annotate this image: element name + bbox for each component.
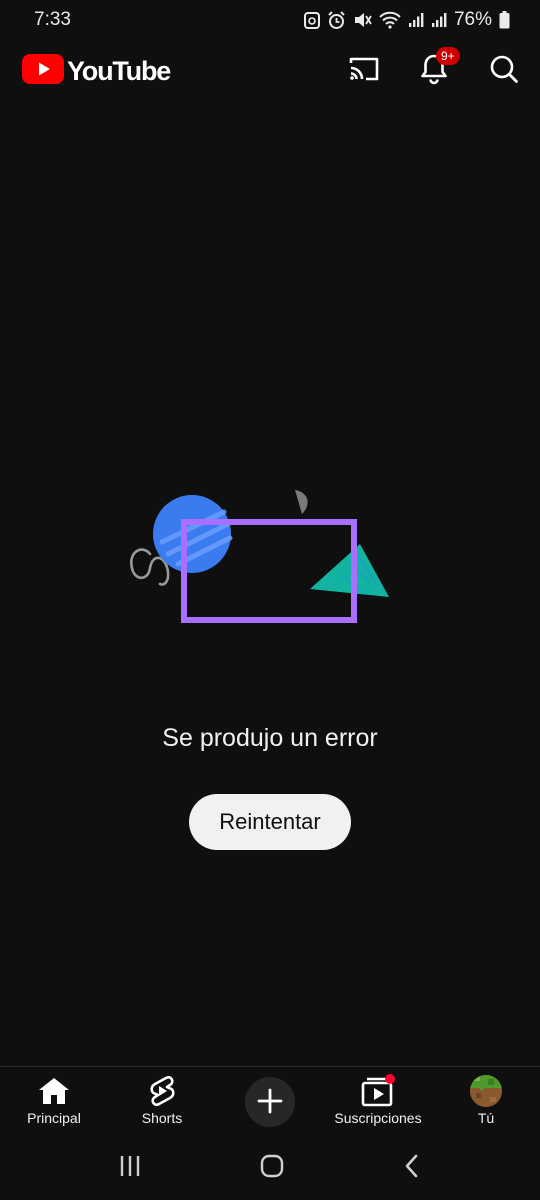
notifications-button[interactable]: 9+ [418,47,460,87]
back-system-button[interactable] [402,1153,422,1184]
system-navigation-bar [0,1136,540,1200]
nav-create[interactable] [216,1067,324,1136]
shorts-icon [148,1075,176,1107]
cast-button[interactable] [348,55,380,87]
nav-shorts[interactable]: Shorts [108,1067,216,1136]
search-button[interactable] [488,55,520,87]
error-message: Se produjo un error [162,724,378,752]
youtube-play-icon [22,53,64,89]
nav-subscriptions[interactable]: Suscripciones [324,1067,432,1136]
recent-apps-button[interactable] [118,1154,142,1183]
create-button[interactable] [245,1077,295,1127]
home-system-button[interactable] [259,1153,285,1184]
error-illustration [120,482,400,632]
wifi-icon [379,11,401,29]
battery-percent: 76% [453,9,492,30]
youtube-logo[interactable]: YouTube [22,53,171,89]
mute-icon [353,11,372,29]
signal-icon-2 [431,12,447,28]
subscriptions-icon [360,1074,396,1107]
alarm-icon [327,10,346,30]
signal-icon-1 [408,12,424,28]
app-header: YouTube 9+ [0,40,540,102]
bottom-navigation: Principal Shorts Suscripciones Tú [0,1066,540,1136]
nav-home[interactable]: Principal [0,1067,108,1136]
search-icon [489,54,519,89]
youtube-logo-text: YouTube [67,55,171,86]
status-time: 7:33 [34,9,71,30]
retry-button[interactable]: Reintentar [189,794,351,850]
plus-icon [257,1088,283,1117]
status-icons: 76% [303,9,510,31]
nav-you[interactable]: Tú [432,1067,540,1136]
notification-badge: 9+ [436,47,460,65]
recycle-notification-icon [303,11,320,29]
status-bar: 7:33 76% [0,0,540,40]
nav-home-label: Principal [27,1110,81,1126]
battery-icon [499,11,510,29]
cast-icon [347,55,381,88]
avatar [470,1075,502,1107]
nav-you-label: Tú [477,1110,495,1126]
nav-subscriptions-label: Suscripciones [334,1110,422,1126]
home-icon [37,1075,71,1107]
nav-shorts-label: Shorts [141,1110,183,1126]
